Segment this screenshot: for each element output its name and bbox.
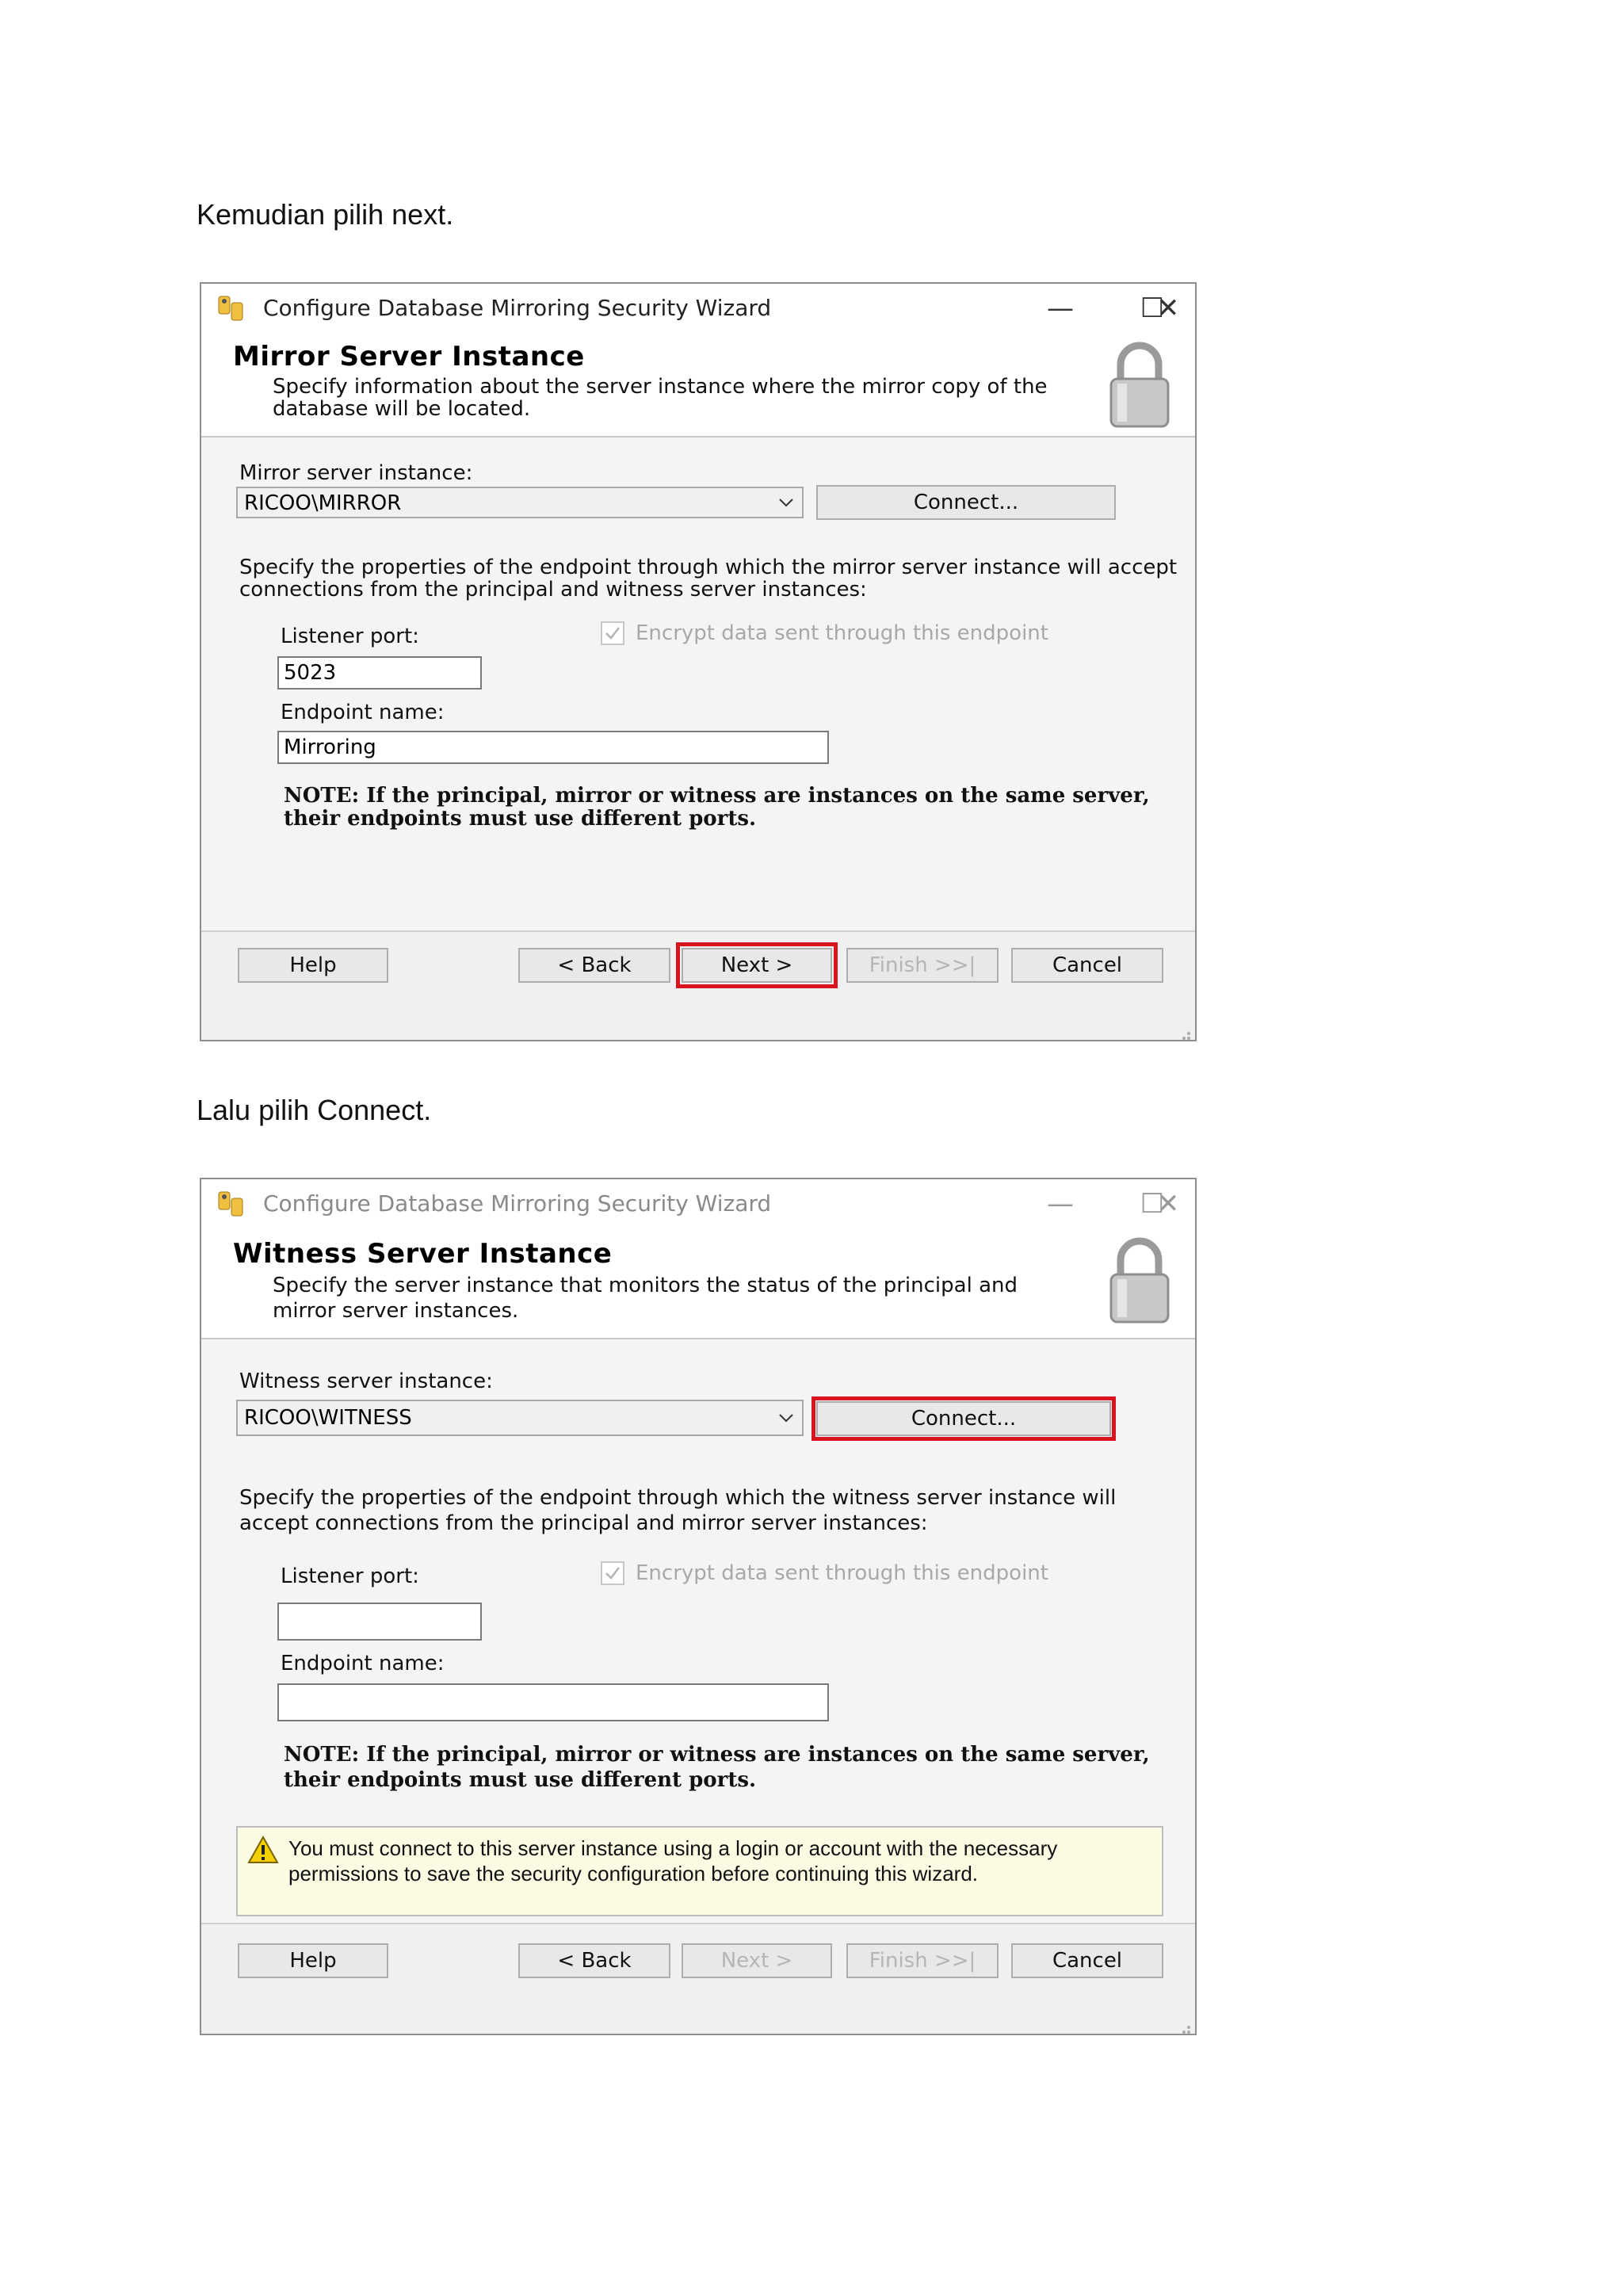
padlock-icon (1109, 342, 1170, 428)
window-title: Configure Database Mirroring Security Wi… (263, 1190, 772, 1217)
page-description: Specify the server instance that monitor… (273, 1274, 1018, 1323)
back-button[interactable]: < Back (518, 948, 670, 983)
page-title: Mirror Server Instance (233, 341, 585, 372)
encrypt-checkbox[interactable] (601, 621, 624, 645)
encrypt-label: Encrypt data sent through this endpoint (636, 1561, 1048, 1585)
close-icon[interactable]: ✕ (1144, 290, 1192, 327)
server-instance-combo[interactable]: RICOO\WITNESS (236, 1400, 804, 1436)
encrypt-label: Encrypt data sent through this endpoint (636, 621, 1048, 645)
listener-port-field[interactable]: 5023 (277, 656, 482, 690)
wizard-dialog-mirror: Configure Database Mirroring Security Wi… (200, 282, 1197, 1041)
minimize-icon[interactable]: — (1037, 290, 1084, 327)
connect-button[interactable]: Connect... (816, 485, 1116, 520)
window-title: Configure Database Mirroring Security Wi… (263, 295, 772, 321)
wizard-body: Mirror server instance: RICOO\MIRROR Con… (201, 437, 1195, 930)
endpoint-name-label: Endpoint name: (281, 701, 445, 724)
caption-lalu: Lalu pilih Connect. (197, 1094, 432, 1126)
cancel-button[interactable]: Cancel (1011, 948, 1163, 983)
server-instance-label: Mirror server instance: (239, 461, 473, 485)
endpoint-name-field[interactable] (277, 1683, 829, 1721)
finish-button[interactable]: Finish >>| (846, 948, 999, 983)
encrypt-checkbox[interactable] (601, 1561, 624, 1585)
wizard-footer: Help < Back Next > Finish >>| Cancel (201, 1923, 1195, 2035)
next-button[interactable]: Next > (682, 1943, 832, 1978)
chevron-down-icon (779, 499, 793, 507)
server-instance-value: RICOO\WITNESS (244, 1406, 412, 1430)
next-button[interactable]: Next > (676, 942, 838, 988)
resize-grip-icon[interactable] (1176, 1026, 1192, 1041)
close-icon[interactable]: ✕ (1144, 1186, 1192, 1222)
listener-port-field[interactable] (277, 1603, 482, 1641)
wizard-body: Witness server instance: RICOO\WITNESS C… (201, 1339, 1195, 1923)
database-app-icon (218, 296, 243, 321)
note-text: NOTE: If the principal, mirror or witnes… (284, 784, 1150, 831)
note-text: NOTE: If the principal, mirror or witnes… (284, 1743, 1150, 1792)
title-bar: Configure Database Mirroring Security Wi… (201, 284, 1195, 333)
resize-grip-icon[interactable] (1176, 2019, 1192, 2035)
help-button[interactable]: Help (238, 1943, 388, 1978)
properties-text: Specify the properties of the endpoint t… (239, 1486, 1117, 1535)
server-instance-value: RICOO\MIRROR (244, 491, 402, 515)
connect-button[interactable]: Connect... (812, 1396, 1116, 1441)
warning-text: You must connect to this server instance… (288, 1836, 1058, 1885)
listener-port-label: Listener port: (281, 1564, 419, 1588)
server-instance-label: Witness server instance: (239, 1370, 493, 1393)
warning-icon (247, 1836, 279, 1863)
endpoint-name-label: Endpoint name: (281, 1652, 445, 1675)
help-button[interactable]: Help (238, 948, 388, 983)
server-instance-combo[interactable]: RICOO\MIRROR (236, 487, 804, 518)
minimize-icon[interactable]: — (1037, 1186, 1084, 1222)
page-description: Specify information about the server ins… (273, 375, 1048, 421)
page-title: Witness Server Instance (233, 1238, 613, 1270)
endpoint-name-field[interactable]: Mirroring (277, 731, 829, 764)
caption-kemudian: Kemudian pilih next. (197, 198, 454, 231)
title-bar: Configure Database Mirroring Security Wi… (201, 1179, 1195, 1228)
chevron-down-icon (779, 1414, 793, 1423)
wizard-dialog-witness: Configure Database Mirroring Security Wi… (200, 1178, 1197, 2035)
wizard-header: Mirror Server Instance Specify informati… (201, 333, 1195, 437)
warning-box: You must connect to this server instance… (236, 1826, 1163, 1916)
finish-button[interactable]: Finish >>| (846, 1943, 999, 1978)
database-app-icon (218, 1191, 243, 1217)
back-button[interactable]: < Back (518, 1943, 670, 1978)
padlock-icon (1109, 1237, 1170, 1324)
listener-port-label: Listener port: (281, 625, 419, 648)
cancel-button[interactable]: Cancel (1011, 1943, 1163, 1978)
wizard-header: Witness Server Instance Specify the serv… (201, 1228, 1195, 1339)
properties-text: Specify the properties of the endpoint t… (239, 556, 1178, 602)
wizard-footer: Help < Back Next > Finish >>| Cancel (201, 930, 1195, 1041)
